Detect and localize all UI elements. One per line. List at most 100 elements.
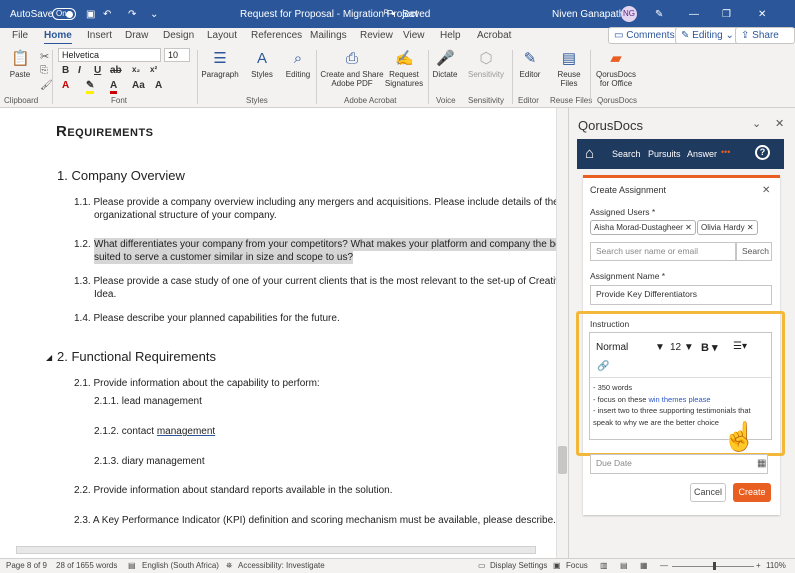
tab-references[interactable]: References <box>251 30 302 41</box>
document-canvas[interactable]: Requirements 1. Company Overview 1.1. Pl… <box>0 108 556 558</box>
superscript-button[interactable]: x² <box>150 65 157 74</box>
font-grow-icon[interactable]: Aa <box>132 80 145 91</box>
collapse-icon[interactable]: ◢ <box>46 353 52 362</box>
underline-button[interactable]: U <box>94 65 101 76</box>
restore-icon[interactable]: ❐ <box>722 9 731 20</box>
request-signatures-button[interactable]: ✍ Request Signatures <box>384 50 424 88</box>
text-effects-icon[interactable]: A <box>62 80 69 91</box>
close-icon[interactable]: ✕ <box>758 9 766 20</box>
cut-icon[interactable]: ✂ <box>40 50 49 63</box>
comments-button[interactable]: ▭ Comments <box>608 27 681 44</box>
zoom-in-icon[interactable]: + <box>756 561 761 570</box>
tab-view[interactable]: View <box>403 30 425 41</box>
save-icon[interactable]: ▣ <box>86 9 95 20</box>
remove-chip-icon[interactable]: ✕ <box>747 223 754 232</box>
read-mode-icon[interactable]: ▥ <box>600 561 608 570</box>
paragraph-button[interactable]: ☰ Paragraph <box>200 50 240 79</box>
home-icon[interactable]: ⌂ <box>585 145 594 162</box>
nav-answer[interactable]: Answer <box>687 149 717 159</box>
chevron-down-icon[interactable]: ⌄ <box>752 117 761 130</box>
help-icon[interactable]: ? <box>755 145 770 160</box>
pane-close-icon[interactable]: ✕ <box>775 117 784 130</box>
tab-file[interactable]: File <box>12 30 28 41</box>
user-chip[interactable]: Olivia Hardy ✕ <box>697 220 758 235</box>
autosave-toggle[interactable]: On <box>52 8 76 20</box>
print-layout-icon[interactable]: ▤ <box>620 561 628 570</box>
zoom-level[interactable]: 110% <box>766 561 786 570</box>
sensitivity-button[interactable]: ⬡ Sensitivity <box>464 50 508 79</box>
highlight-icon[interactable]: ✎ <box>86 80 95 94</box>
tab-insert[interactable]: Insert <box>87 30 112 41</box>
size-select[interactable]: 12 ▼ <box>670 342 694 353</box>
paragraph-1-2-cont[interactable]: suited to serve a customer similar in si… <box>94 251 354 264</box>
redo-icon[interactable]: ↷ <box>128 9 136 20</box>
subscript-button[interactable]: x₂ <box>132 65 140 74</box>
user-chip[interactable]: Aisha Morad-Dustagheer ✕ <box>590 220 696 235</box>
tab-acrobat[interactable]: Acrobat <box>477 30 511 41</box>
reuse-files-button[interactable]: ▤ Reuse Files <box>552 50 586 88</box>
proofing-icon[interactable]: ▤ <box>128 561 136 570</box>
paragraph-1-2-selected[interactable]: What differentiates your company from yo… <box>94 238 556 251</box>
dictate-button[interactable]: 🎤 Dictate <box>430 50 460 79</box>
more-icon[interactable]: ••• <box>721 147 730 157</box>
web-layout-icon[interactable]: ▦ <box>640 561 648 570</box>
zoom-out-icon[interactable]: — <box>660 561 668 570</box>
link-icon[interactable]: 🔗 <box>597 361 609 372</box>
nav-search[interactable]: Search <box>612 149 641 159</box>
avatar[interactable]: NG <box>621 6 637 22</box>
cancel-button[interactable]: Cancel <box>690 483 726 502</box>
card-close-icon[interactable]: ✕ <box>762 185 770 196</box>
zoom-thumb[interactable] <box>713 562 716 570</box>
assignment-name-input[interactable]: Provide Key Differentiators <box>590 285 772 305</box>
tab-mailings[interactable]: Mailings <box>310 30 347 41</box>
font-color-icon[interactable]: A <box>110 80 118 94</box>
display-settings[interactable]: Display Settings <box>490 561 547 570</box>
customize-icon[interactable]: ⌄ <box>150 9 158 20</box>
user-search-button[interactable]: Search <box>736 242 772 261</box>
calendar-icon[interactable]: ▦ <box>757 458 766 469</box>
vertical-scrollbar[interactable] <box>556 108 568 558</box>
qorusdocs-ribbon-button[interactable]: ▰ QorusDocs for Office <box>594 50 638 88</box>
language[interactable]: English (South Africa) <box>142 561 219 570</box>
create-button[interactable]: Create <box>733 483 771 502</box>
nav-pursuits[interactable]: Pursuits <box>648 149 681 159</box>
page-count[interactable]: Page 8 of 9 <box>6 561 47 570</box>
win-themes-link[interactable]: win themes please <box>648 395 710 404</box>
copy-icon[interactable]: ⎘ <box>40 65 48 76</box>
bold-button[interactable]: B <box>62 65 69 76</box>
strikethrough-button[interactable]: ab <box>110 65 122 76</box>
bold-dropdown[interactable]: B ▾ <box>701 341 718 354</box>
styles-button[interactable]: A Styles <box>246 50 278 79</box>
horizontal-scrollbar[interactable] <box>16 546 536 554</box>
italic-button[interactable]: I <box>78 65 81 76</box>
share-button[interactable]: ⇪ Share ⌄ <box>735 27 795 52</box>
editing-button[interactable]: ⌕ Editing <box>282 50 314 79</box>
spelling-underline[interactable]: management <box>157 426 215 437</box>
font-size-select[interactable]: 10 <box>164 48 190 62</box>
pen-icon[interactable]: ✎ <box>655 9 663 20</box>
tab-draw[interactable]: Draw <box>125 30 148 41</box>
tab-layout[interactable]: Layout <box>207 30 237 41</box>
minimize-icon[interactable]: — <box>689 9 699 20</box>
undo-icon[interactable]: ↶ <box>103 9 111 20</box>
user-search-input[interactable]: Search user name or email <box>590 242 736 261</box>
remove-chip-icon[interactable]: ✕ <box>685 223 692 232</box>
create-share-pdf-button[interactable]: ⎙ Create and Share Adobe PDF <box>320 50 384 88</box>
style-select[interactable]: Normal ▼ <box>596 342 665 353</box>
word-count[interactable]: 28 of 1655 words <box>56 561 117 570</box>
tab-review[interactable]: Review <box>360 30 393 41</box>
focus-mode[interactable]: Focus <box>566 561 588 570</box>
accessibility-status[interactable]: Accessibility: Investigate <box>238 561 325 570</box>
format-painter-icon[interactable]: 🖌 <box>40 80 53 91</box>
editing-mode-button[interactable]: ✎ Editing ⌄ <box>675 27 740 44</box>
paste-button[interactable]: 📋 Paste <box>6 50 34 79</box>
due-date-input[interactable]: Due Date <box>590 454 768 474</box>
tab-help[interactable]: Help <box>440 30 461 41</box>
font-shrink-icon[interactable]: A <box>155 80 162 91</box>
editor-button[interactable]: ✎ Editor <box>515 50 545 79</box>
tab-home[interactable]: Home <box>44 30 72 45</box>
list-dropdown-icon[interactable]: ☰▾ <box>733 341 747 352</box>
scroll-thumb[interactable] <box>558 446 567 474</box>
font-name-select[interactable]: Helvetica <box>58 48 161 62</box>
tab-design[interactable]: Design <box>163 30 194 41</box>
